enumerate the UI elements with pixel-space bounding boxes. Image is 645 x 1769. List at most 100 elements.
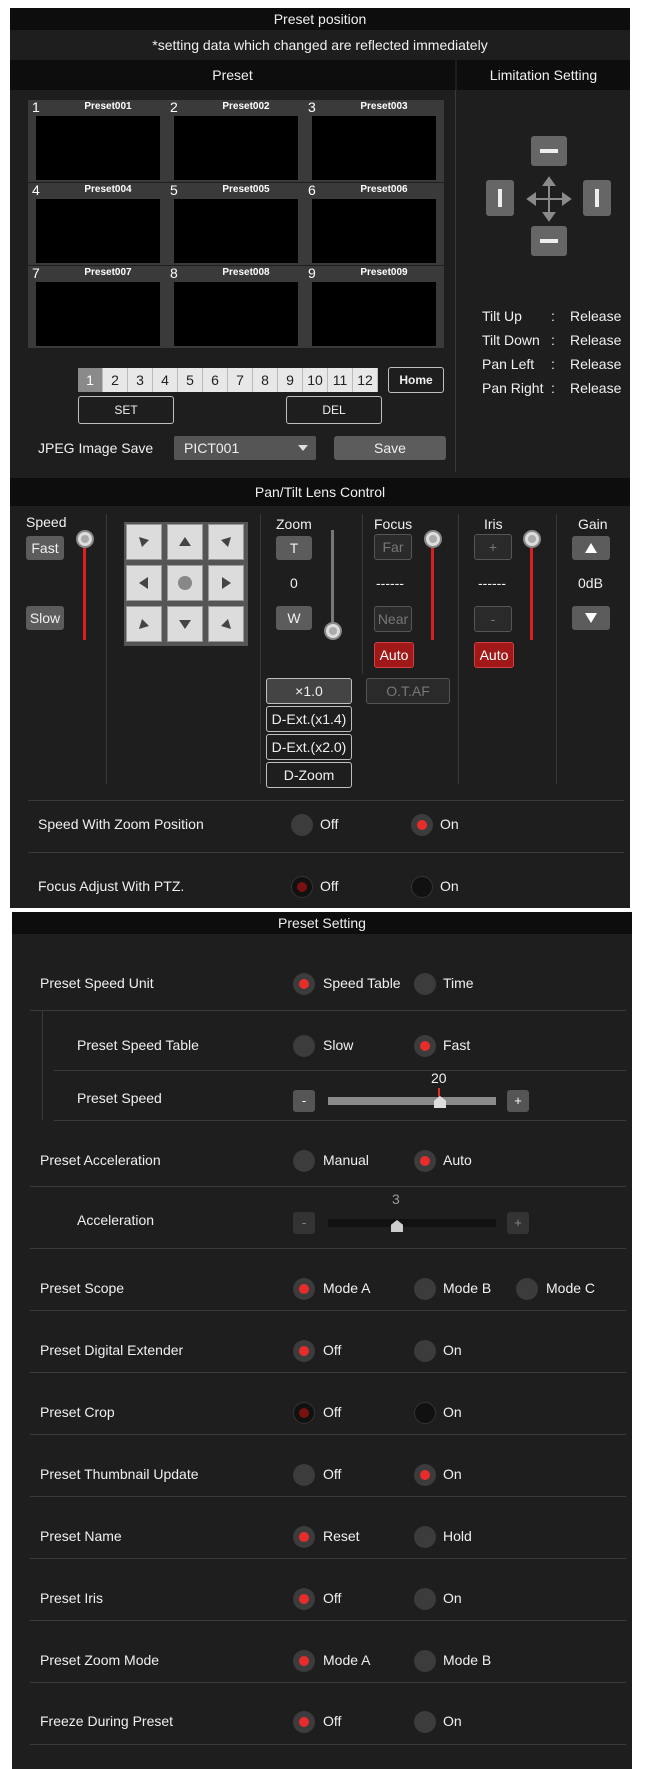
focus-far-button[interactable]: Far bbox=[374, 534, 412, 560]
zoom-mode-b-radio[interactable] bbox=[414, 1650, 436, 1672]
zoom-x1-button[interactable]: ×1.0 bbox=[266, 678, 352, 704]
left-button[interactable] bbox=[126, 565, 162, 601]
page-button-2[interactable]: 2 bbox=[103, 368, 128, 392]
gain-up-button[interactable] bbox=[572, 536, 610, 560]
down-left-button[interactable] bbox=[126, 606, 162, 642]
iris-slider-knob[interactable] bbox=[523, 530, 541, 548]
iris-slider-track[interactable] bbox=[530, 544, 533, 640]
page-button-6[interactable]: 6 bbox=[203, 368, 228, 392]
page-button-12[interactable]: 12 bbox=[353, 368, 378, 392]
preset-speed-plus-button[interactable]: + bbox=[507, 1090, 529, 1112]
thumbnail-update-off-radio[interactable] bbox=[293, 1464, 315, 1486]
scope-mode-a-radio[interactable] bbox=[293, 1278, 315, 1300]
iris-auto-button[interactable]: Auto bbox=[474, 642, 514, 668]
acceleration-manual-radio[interactable] bbox=[293, 1150, 315, 1172]
focus-slider-track[interactable] bbox=[431, 544, 434, 640]
freeze-on-radio[interactable] bbox=[414, 1711, 436, 1733]
scope-mode-b-radio[interactable] bbox=[414, 1278, 436, 1300]
dzoom-button[interactable]: D-Zoom bbox=[266, 762, 352, 788]
preset-speed-minus-button[interactable]: - bbox=[293, 1090, 315, 1112]
thumbnail-update-on-radio[interactable] bbox=[414, 1464, 436, 1486]
focus-near-button[interactable]: Near bbox=[374, 606, 412, 632]
page-button-11[interactable]: 11 bbox=[328, 368, 353, 392]
zoom-slider-track[interactable] bbox=[331, 530, 334, 630]
otaf-button[interactable]: O.T.AF bbox=[366, 678, 450, 704]
down-right-button[interactable] bbox=[208, 606, 244, 642]
preset-thumbnail[interactable]: 2 Preset002 bbox=[166, 99, 306, 182]
iris-minus-button[interactable]: - bbox=[474, 606, 512, 632]
speed-table-fast-radio[interactable] bbox=[414, 1035, 436, 1057]
dext-x20-button[interactable]: D-Ext.(x2.0) bbox=[266, 734, 352, 760]
acceleration-plus-button[interactable]: + bbox=[507, 1212, 529, 1234]
pan-right-limit-button[interactable] bbox=[583, 180, 611, 216]
speed-table-slow-radio[interactable] bbox=[293, 1035, 315, 1057]
pan-left-limit-button[interactable] bbox=[486, 180, 514, 216]
focus-adjust-off-radio[interactable] bbox=[291, 876, 313, 898]
zoom-wide-button[interactable]: W bbox=[276, 606, 312, 630]
preset-name-hold-radio[interactable] bbox=[414, 1526, 436, 1548]
crop-off-radio[interactable] bbox=[293, 1402, 315, 1424]
page-button-9[interactable]: 9 bbox=[278, 368, 303, 392]
home-button[interactable]: Home bbox=[388, 367, 444, 393]
focus-slider-knob[interactable] bbox=[424, 530, 442, 548]
set-button[interactable]: SET bbox=[78, 396, 174, 424]
preset-speed-value: 20 bbox=[431, 1070, 447, 1086]
speed-fast-button[interactable]: Fast bbox=[26, 536, 64, 560]
zoom-tele-button[interactable]: T bbox=[276, 536, 312, 560]
iris-plus-button[interactable]: + bbox=[474, 534, 512, 560]
speed-unit-time-radio[interactable] bbox=[414, 973, 436, 995]
page-button-4[interactable]: 4 bbox=[153, 368, 178, 392]
speed-slider-knob[interactable] bbox=[76, 530, 94, 548]
up-right-button[interactable] bbox=[208, 524, 244, 560]
page-button-10[interactable]: 10 bbox=[303, 368, 328, 392]
save-button[interactable]: Save bbox=[334, 436, 446, 460]
del-button[interactable]: DEL bbox=[286, 396, 382, 424]
gain-down-button[interactable] bbox=[572, 606, 610, 630]
zoom-mode-a-radio[interactable] bbox=[293, 1650, 315, 1672]
speed-slider-track[interactable] bbox=[83, 544, 86, 640]
speed-slow-button[interactable]: Slow bbox=[26, 606, 64, 630]
zoom-slider-knob[interactable] bbox=[324, 622, 342, 640]
up-left-button[interactable] bbox=[126, 524, 162, 560]
speed-with-zoom-on-radio[interactable] bbox=[411, 814, 433, 836]
preset-iris-off-radio[interactable] bbox=[293, 1588, 315, 1610]
page-button-5[interactable]: 5 bbox=[178, 368, 203, 392]
tilt-down-limit-button[interactable] bbox=[531, 226, 567, 256]
jpeg-filename-select[interactable]: PICT001 bbox=[174, 436, 316, 460]
preset-thumbnail[interactable]: 3 Preset003 bbox=[304, 99, 444, 182]
acceleration-auto-radio[interactable] bbox=[414, 1150, 436, 1172]
focus-adjust-on-radio[interactable] bbox=[411, 876, 433, 898]
page-button-1[interactable]: 1 bbox=[78, 368, 103, 392]
acceleration-slider-track[interactable] bbox=[328, 1219, 496, 1227]
freeze-off-radio[interactable] bbox=[293, 1711, 315, 1733]
down-button[interactable] bbox=[167, 606, 203, 642]
preset-speed-slider-track[interactable] bbox=[328, 1097, 496, 1105]
preset-thumbnail[interactable]: 8 Preset008 bbox=[166, 265, 306, 348]
speed-with-zoom-off-radio[interactable] bbox=[291, 814, 313, 836]
preset-thumbnail[interactable]: 7 Preset007 bbox=[28, 265, 168, 348]
crop-on-radio[interactable] bbox=[414, 1402, 436, 1424]
focus-auto-button[interactable]: Auto bbox=[374, 642, 414, 668]
preset-thumbnail[interactable]: 4 Preset004 bbox=[28, 182, 168, 265]
preset-thumbnail[interactable]: 5 Preset005 bbox=[166, 182, 306, 265]
limitation-subheader: Limitation Setting bbox=[457, 60, 630, 90]
preset-iris-on-radio[interactable] bbox=[414, 1588, 436, 1610]
speed-unit-table-radio[interactable] bbox=[293, 973, 315, 995]
tilt-up-limit-button[interactable] bbox=[531, 136, 567, 166]
preset-thumbnail[interactable]: 1 Preset001 bbox=[28, 99, 168, 182]
page-button-7[interactable]: 7 bbox=[228, 368, 253, 392]
home-position-button[interactable] bbox=[167, 565, 203, 601]
digital-ext-off-radio[interactable] bbox=[293, 1340, 315, 1362]
dext-x14-button[interactable]: D-Ext.(x1.4) bbox=[266, 706, 352, 732]
preset-name-reset-radio[interactable] bbox=[293, 1526, 315, 1548]
acceleration-minus-button[interactable]: - bbox=[293, 1212, 315, 1234]
digital-ext-on-radio[interactable] bbox=[414, 1340, 436, 1362]
preset-thumbnail[interactable]: 9 Preset009 bbox=[304, 265, 444, 348]
up-button[interactable] bbox=[167, 524, 203, 560]
page-button-8[interactable]: 8 bbox=[253, 368, 278, 392]
page-button-3[interactable]: 3 bbox=[128, 368, 153, 392]
preset-thumbnail[interactable]: 6 Preset006 bbox=[304, 182, 444, 265]
speed-label: Speed bbox=[26, 514, 67, 530]
right-button[interactable] bbox=[208, 565, 244, 601]
scope-mode-c-radio[interactable] bbox=[516, 1278, 538, 1300]
